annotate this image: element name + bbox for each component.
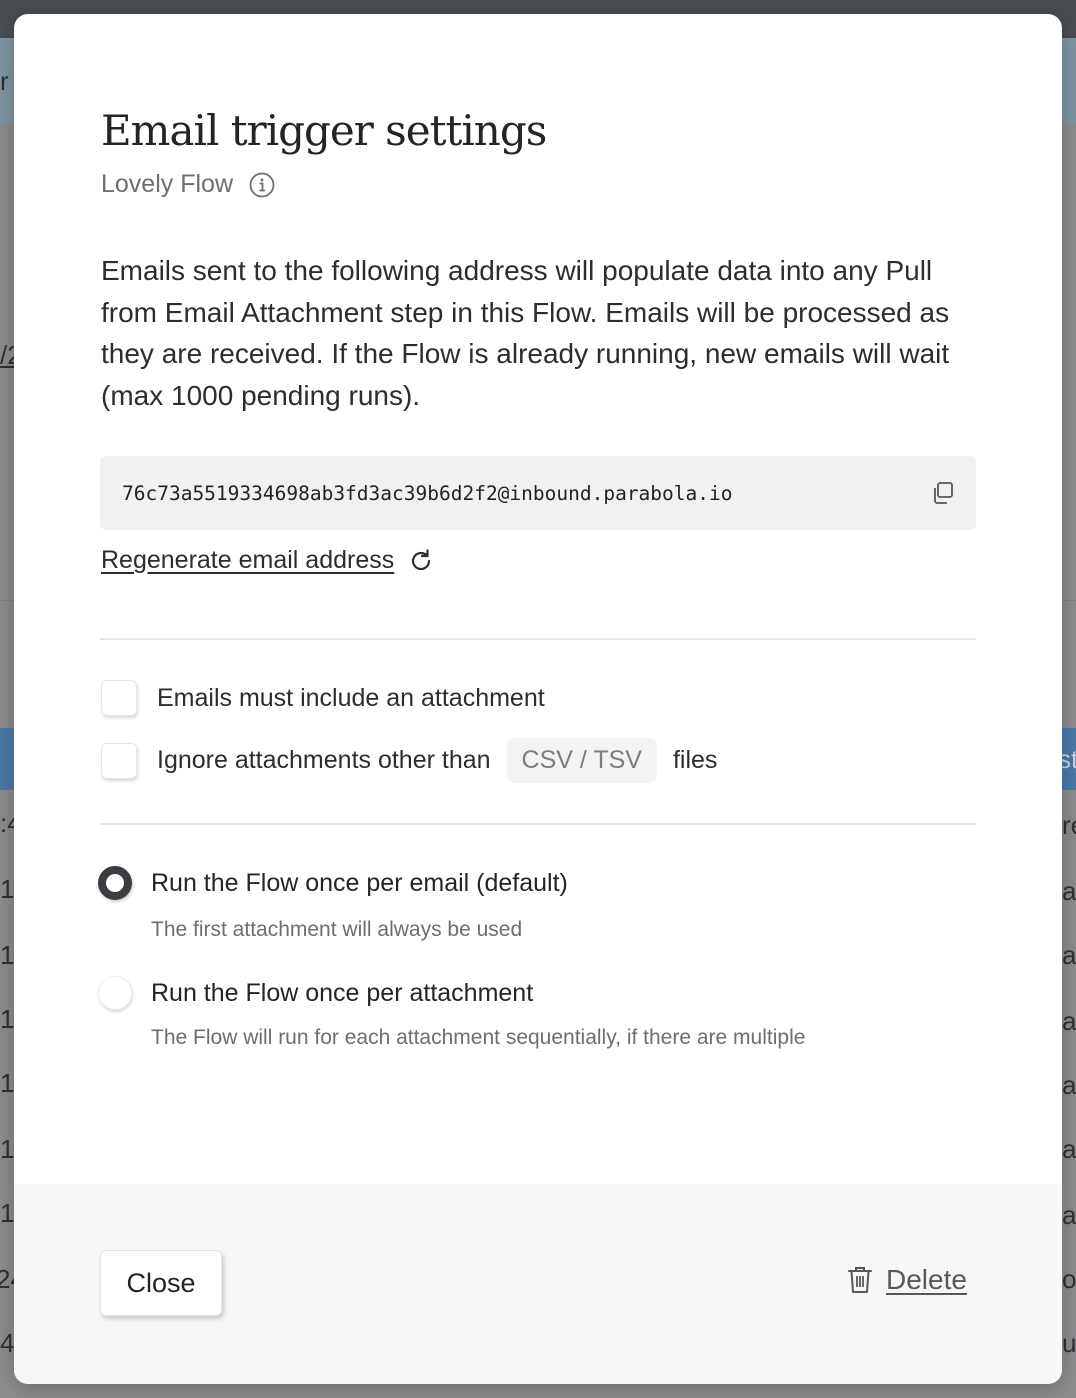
run-per-email-description: The first attachment will always be used [151, 918, 523, 941]
background-text-fragment: re [1062, 810, 1076, 840]
run-per-attachment-label: Run the Flow once per attachment [151, 978, 534, 1007]
trash-icon[interactable] [846, 1265, 874, 1295]
background-text-fragment: ar [1062, 1134, 1076, 1164]
file-type-dropdown[interactable]: CSV / TSV [506, 738, 657, 783]
inbound-email-address[interactable]: 76c73a5519334698ab3fd3ac39b6d2f2@inbound… [122, 482, 732, 505]
run-per-attachment-description: The Flow will run for each attachment se… [151, 1026, 806, 1049]
info-icon[interactable] [249, 172, 275, 198]
run-per-email-radio[interactable] [98, 866, 132, 900]
modal-title: Email trigger settings [101, 106, 547, 155]
background-text-fragment: 1 [0, 874, 15, 904]
ignore-attachments-option: Ignore attachments other than CSV / TSV … [101, 738, 717, 783]
delete-button[interactable]: Delete [846, 1264, 967, 1296]
ignore-attachments-suffix: files [672, 746, 718, 774]
require-attachment-checkbox[interactable] [101, 680, 137, 716]
ignore-attachments-checkbox[interactable] [101, 742, 137, 779]
inbound-email-box: 76c73a5519334698ab3fd3ac39b6d2f2@inbound… [100, 456, 976, 530]
run-per-email-option[interactable]: Run the Flow once per email (default) [98, 866, 568, 900]
run-per-email-label: Run the Flow once per email (default) [151, 868, 568, 897]
copy-icon[interactable] [930, 480, 956, 506]
background-text-fragment: r [0, 66, 9, 96]
require-attachment-option: Emails must include an attachment [101, 680, 545, 716]
section-divider [100, 823, 976, 825]
flow-name: Lovely Flow [101, 170, 233, 198]
section-divider [100, 638, 976, 640]
background-text-fragment: 4 [0, 1328, 15, 1358]
refresh-icon[interactable] [408, 548, 434, 574]
background-text-fragment: 1 [0, 940, 15, 970]
email-trigger-settings-modal: Email trigger settings Lovely Flow Email… [14, 14, 1062, 1384]
close-button[interactable]: Close [100, 1250, 222, 1316]
delete-label[interactable]: Delete [886, 1264, 967, 1296]
background-text-fragment: 1 [0, 1068, 15, 1098]
trigger-description: Emails sent to the following address wil… [101, 255, 950, 411]
ignore-attachments-label: Ignore attachments other than [157, 746, 491, 774]
background-text-fragment: ar [1062, 940, 1076, 970]
background-text-fragment: ar [1062, 1200, 1076, 1230]
background-text-fragment: 1 [0, 1004, 15, 1034]
regenerate-email-link[interactable]: Regenerate email address [101, 546, 394, 575]
run-per-attachment-option[interactable]: Run the Flow once per attachment [98, 976, 533, 1010]
background-text-fragment: 1 [0, 1134, 15, 1164]
background-text-fragment: ar [1062, 1006, 1076, 1036]
run-per-attachment-radio[interactable] [98, 976, 132, 1010]
require-attachment-label: Emails must include an attachment [157, 683, 545, 712]
background-text-fragment: ar [1062, 1070, 1076, 1100]
background-text-fragment: ar [1062, 876, 1076, 906]
background-text-fragment: 1 [0, 1198, 15, 1228]
background-text-fragment: u [1062, 1328, 1076, 1358]
regenerate-email-button[interactable]: Regenerate email address [101, 546, 434, 575]
subtitle-row: Lovely Flow [101, 170, 275, 199]
background-text-fragment: ov [1062, 1264, 1076, 1294]
modal-footer: Close Delete [14, 1184, 1062, 1384]
